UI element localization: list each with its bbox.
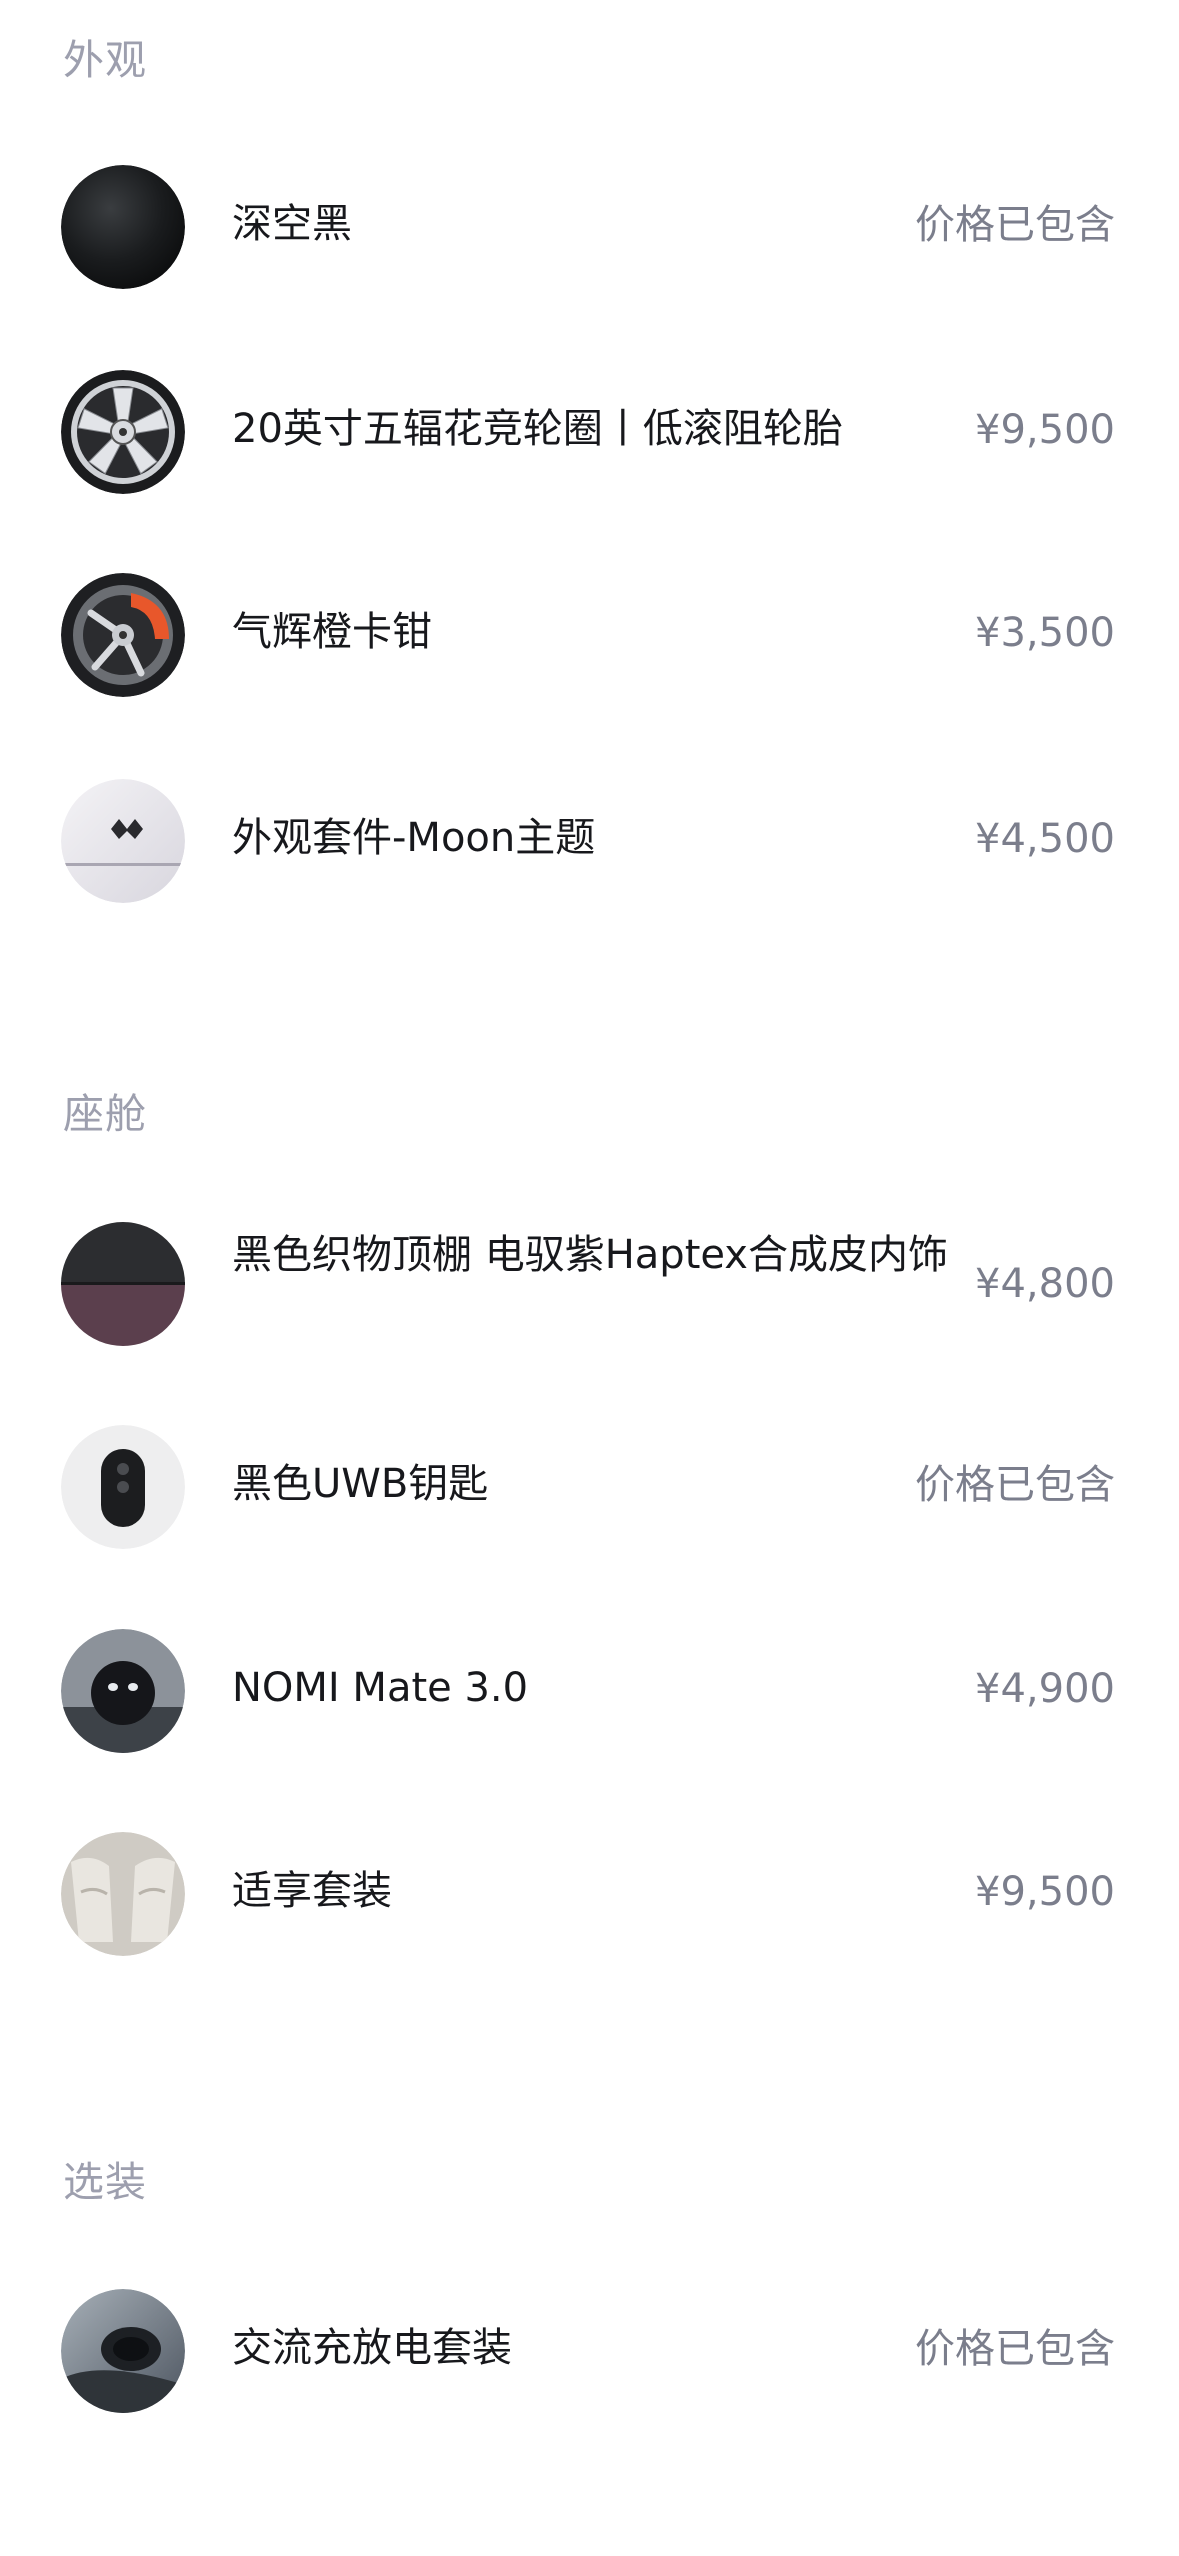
list-item[interactable]: 外观套件-Moon主题 ¥4,500: [0, 779, 1179, 909]
section-title-cabin: 座舱: [63, 1090, 147, 1138]
list-item[interactable]: 交流充放电套装 价格已包含: [0, 2289, 1179, 2419]
item-price: ¥4,800: [975, 1261, 1115, 1307]
uwb-key-fob-icon: [61, 1425, 185, 1549]
wheel-rim-icon: [61, 370, 185, 494]
item-name: 黑色织物顶棚 电驭紫Haptex合成皮内饰: [232, 1232, 948, 1278]
section-title-exterior: 外观: [63, 36, 147, 84]
item-name: NOMI Mate 3.0: [232, 1665, 529, 1711]
seat-package-icon: [61, 1832, 185, 1956]
list-item[interactable]: 适享套装 ¥9,500: [0, 1832, 1179, 1962]
item-name: 深空黑: [232, 201, 352, 247]
item-price: ¥4,900: [975, 1666, 1115, 1712]
item-name: 20英寸五辐花竞轮圈丨低滚阻轮胎: [232, 406, 843, 452]
list-item[interactable]: 气辉橙卡钳 ¥3,500: [0, 573, 1179, 703]
list-item[interactable]: 黑色UWB钥匙 价格已包含: [0, 1425, 1179, 1555]
item-price: 价格已包含: [915, 1462, 1115, 1508]
black-paint-swatch-icon: [61, 165, 185, 289]
list-item[interactable]: 深空黑 价格已包含: [0, 165, 1179, 295]
item-name: 气辉橙卡钳: [232, 609, 432, 655]
item-name: 黑色UWB钥匙: [232, 1461, 489, 1507]
charging-port-icon: [61, 2289, 185, 2413]
section-title-options: 选装: [63, 2158, 147, 2206]
fabric-swatch-icon: [61, 1222, 185, 1346]
item-name: 外观套件-Moon主题: [232, 815, 596, 861]
item-price: ¥4,500: [975, 816, 1115, 862]
item-price: ¥3,500: [975, 610, 1115, 656]
item-name: 适享套装: [232, 1868, 392, 1914]
moon-theme-logo-icon: [61, 779, 185, 903]
item-name: 交流充放电套装: [232, 2325, 512, 2371]
list-item[interactable]: 20英寸五辐花竞轮圈丨低滚阻轮胎 ¥9,500: [0, 370, 1179, 500]
orange-caliper-icon: [61, 573, 185, 697]
nomi-robot-icon: [61, 1629, 185, 1753]
list-item[interactable]: NOMI Mate 3.0 ¥4,900: [0, 1629, 1179, 1759]
item-price: ¥9,500: [975, 407, 1115, 453]
list-item[interactable]: 黑色织物顶棚 电驭紫Haptex合成皮内饰 ¥4,800: [0, 1222, 1179, 1352]
item-price: ¥9,500: [975, 1869, 1115, 1915]
item-price: 价格已包含: [915, 2326, 1115, 2372]
item-price: 价格已包含: [915, 202, 1115, 248]
